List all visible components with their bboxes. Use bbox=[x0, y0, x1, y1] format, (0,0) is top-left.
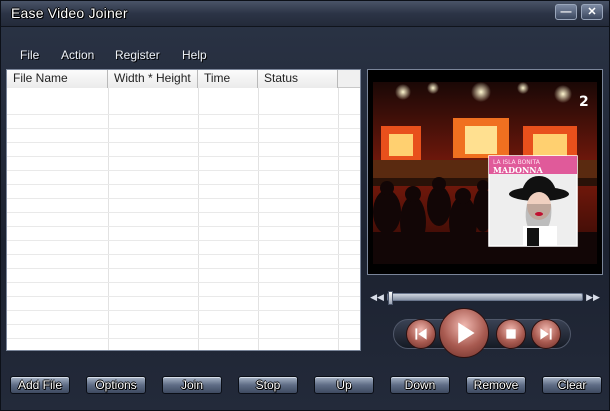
table-row bbox=[7, 143, 360, 157]
fast-forward-icon: ▶▶ bbox=[586, 292, 600, 302]
stop-icon bbox=[506, 329, 516, 339]
channel-logo: 2 bbox=[579, 94, 589, 110]
menu-file[interactable]: File bbox=[20, 48, 39, 62]
previous-button[interactable] bbox=[406, 319, 436, 349]
previous-icon bbox=[415, 328, 427, 340]
menu-action[interactable]: Action bbox=[61, 48, 94, 62]
column-file-name[interactable]: File Name bbox=[7, 70, 108, 88]
stop-button[interactable] bbox=[496, 319, 526, 349]
table-row bbox=[7, 213, 360, 227]
table-row bbox=[7, 255, 360, 269]
table-row bbox=[7, 101, 360, 115]
window-title: Ease Video Joiner bbox=[11, 5, 128, 21]
seek-slider[interactable] bbox=[387, 291, 583, 305]
stop-button[interactable]: Stop bbox=[238, 376, 298, 394]
add-file-button[interactable]: Add File bbox=[10, 376, 70, 394]
play-icon bbox=[458, 322, 475, 344]
table-row bbox=[7, 115, 360, 129]
table-row bbox=[7, 297, 360, 311]
bottom-toolbar: Add File Options Join Stop Up Down Remov… bbox=[1, 363, 609, 411]
title-bar[interactable]: Ease Video Joiner — ✕ bbox=[1, 1, 609, 27]
seek-bar: ◀◀ ▶▶ bbox=[369, 290, 601, 306]
column-time[interactable]: Time bbox=[198, 70, 258, 88]
close-icon: ✕ bbox=[587, 6, 597, 18]
video-preview: 2 LA ISLA BONITA MADONNA bbox=[367, 69, 603, 275]
table-row bbox=[7, 283, 360, 297]
table-row bbox=[7, 129, 360, 143]
table-row bbox=[7, 171, 360, 185]
album-artist: MADONNA bbox=[493, 165, 544, 175]
table-row bbox=[7, 227, 360, 241]
options-button[interactable]: Options bbox=[86, 376, 146, 394]
file-list[interactable]: File Name Width * Height Time Status bbox=[6, 69, 361, 351]
menu-help[interactable]: Help bbox=[182, 48, 207, 62]
album-cover-inset: LA ISLA BONITA MADONNA bbox=[488, 155, 578, 247]
menu-bar: File Action Register Help bbox=[1, 45, 361, 65]
column-status[interactable]: Status bbox=[258, 70, 338, 88]
video-frame-image: 2 LA ISLA BONITA MADONNA bbox=[373, 82, 597, 264]
next-icon bbox=[540, 328, 552, 340]
table-row bbox=[7, 269, 360, 283]
table-row bbox=[7, 339, 360, 350]
menu-register[interactable]: Register bbox=[115, 48, 160, 62]
join-button[interactable]: Join bbox=[162, 376, 222, 394]
table-row bbox=[7, 325, 360, 339]
table-row bbox=[7, 241, 360, 255]
seek-thumb[interactable] bbox=[388, 291, 393, 305]
table-row bbox=[7, 199, 360, 213]
clear-button[interactable]: Clear bbox=[542, 376, 602, 394]
down-button[interactable]: Down bbox=[390, 376, 450, 394]
rewind-button[interactable]: ◀◀ bbox=[369, 291, 385, 304]
up-button[interactable]: Up bbox=[314, 376, 374, 394]
table-row bbox=[7, 157, 360, 171]
app-window: Ease Video Joiner — ✕ File Action Regist… bbox=[0, 0, 610, 411]
close-button[interactable]: ✕ bbox=[581, 4, 603, 20]
list-header: File Name Width * Height Time Status bbox=[7, 70, 360, 88]
column-width-height[interactable]: Width * Height bbox=[108, 70, 198, 88]
rewind-icon: ◀◀ bbox=[370, 292, 384, 302]
minimize-icon: — bbox=[560, 6, 572, 18]
play-button[interactable] bbox=[439, 308, 489, 358]
fast-forward-button[interactable]: ▶▶ bbox=[585, 291, 601, 304]
table-row bbox=[7, 311, 360, 325]
table-row bbox=[7, 185, 360, 199]
next-button[interactable] bbox=[531, 319, 561, 349]
minimize-button[interactable]: — bbox=[555, 4, 577, 20]
remove-button[interactable]: Remove bbox=[466, 376, 526, 394]
